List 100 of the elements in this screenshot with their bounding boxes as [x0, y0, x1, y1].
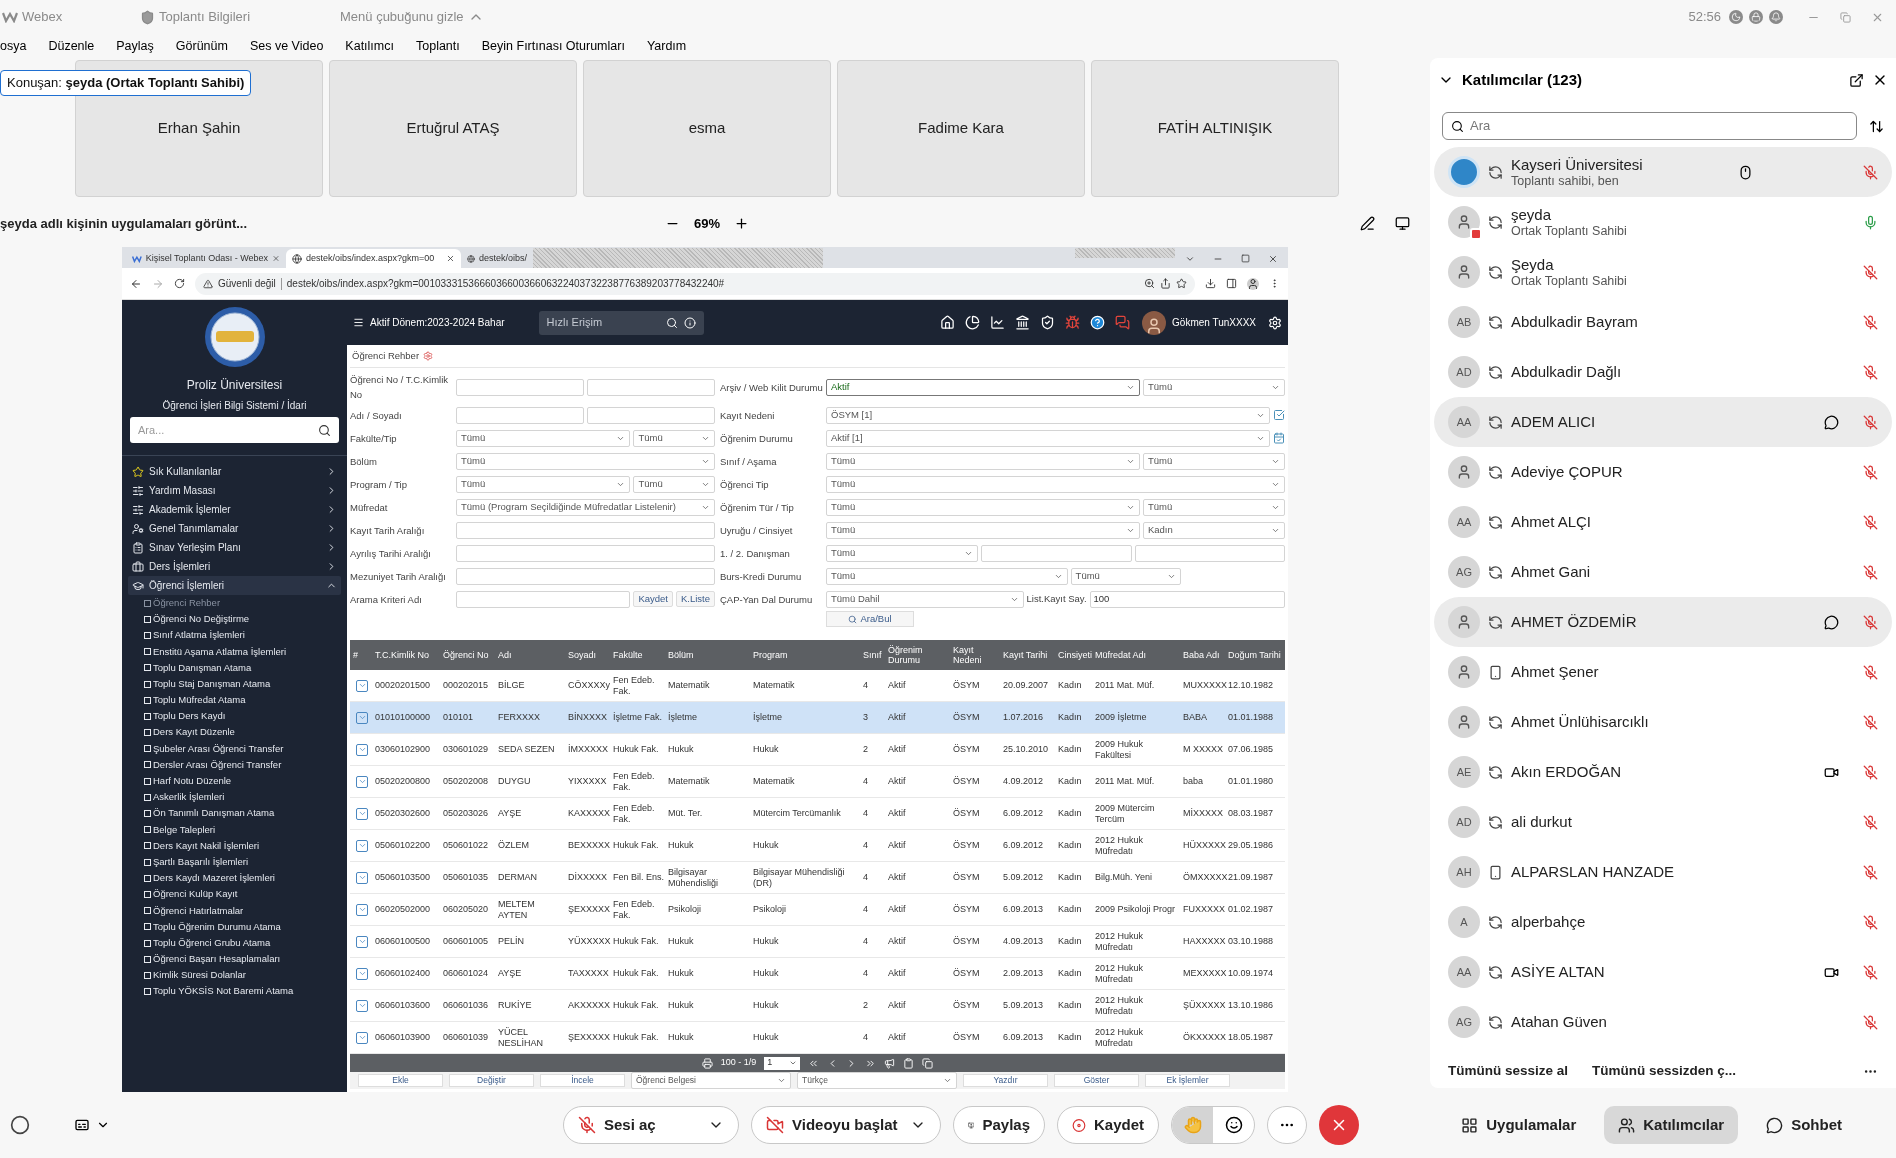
input-field[interactable]: [981, 544, 1132, 562]
submenu-item[interactable]: Toplu Öğrenim Durumu Atama: [144, 918, 347, 935]
print-icon[interactable]: [701, 1057, 713, 1069]
participant-row[interactable]: AG Atahan Güven: [1434, 997, 1892, 1047]
browser-tab[interactable]: destek/oibs/: [461, 249, 533, 268]
menu-item[interactable]: Yardım: [646, 36, 687, 56]
monitor-icon[interactable]: [1395, 216, 1410, 231]
unmute-button[interactable]: Sesi aç: [563, 1106, 739, 1144]
address-bar[interactable]: Güvenli değil destek/oibs/index.aspx?gkm=001033315366603660036606322403732238776389203778432240#: [195, 272, 1195, 295]
dropdown[interactable]: Tümü: [1142, 378, 1285, 396]
dropdown[interactable]: Tümü: [1142, 452, 1285, 470]
row-expand-button[interactable]: [356, 775, 368, 788]
menu-item[interactable]: Görünüm: [175, 36, 228, 56]
sidebar-item[interactable]: Yardım Masası: [128, 481, 341, 500]
row-expand-button[interactable]: [356, 999, 368, 1012]
home-icon[interactable]: [940, 315, 956, 330]
input-field[interactable]: [587, 406, 715, 424]
submenu-item[interactable]: Öğrenci Rehber: [144, 595, 347, 612]
form-button[interactable]: K.Liste: [675, 591, 715, 607]
maximize-icon[interactable]: [1241, 254, 1250, 263]
submenu-item[interactable]: Harf Notu Düzenle: [144, 773, 347, 790]
copy-icon[interactable]: [922, 1057, 934, 1069]
share-button[interactable]: Paylaş: [953, 1106, 1045, 1144]
row-expand-button[interactable]: [356, 743, 368, 756]
participant-row[interactable]: şeyda Ortak Toplantı Sahibi: [1434, 197, 1892, 247]
participant-row[interactable]: Şeyda Ortak Toplantı Sahibi: [1434, 247, 1892, 297]
line-chart-icon[interactable]: [990, 315, 1006, 330]
sidebar-item[interactable]: Öğrenci İşlemleri: [128, 576, 341, 595]
row-expand-button[interactable]: [356, 871, 368, 884]
input-field[interactable]: [456, 567, 715, 585]
panel-tab[interactable]: Sohbet: [1752, 1106, 1856, 1144]
submenu-item[interactable]: Toplu Öğrenci Grubu Atama: [144, 934, 347, 952]
page-select[interactable]: 1: [764, 1056, 801, 1070]
action-button[interactable]: Yazdır: [963, 1074, 1048, 1087]
menu-item[interactable]: osya: [0, 36, 27, 56]
mute-all-button[interactable]: Tümünü sessize al: [1448, 1061, 1569, 1082]
row-expand-button[interactable]: [356, 903, 368, 916]
reload-icon[interactable]: [174, 278, 185, 289]
menu-item[interactable]: Katılımcı: [345, 36, 394, 56]
browser-tab[interactable]: destek/oibs/index.aspx?gkm=00: [286, 249, 461, 268]
input-field[interactable]: [456, 378, 584, 396]
status-icon[interactable]: [10, 1115, 30, 1135]
participant-row[interactable]: Ahmet Ünlühisarcıklı: [1434, 697, 1892, 747]
menu-item[interactable]: Toplantı: [416, 36, 460, 56]
submenu-item[interactable]: Askerlik İşlemleri: [144, 789, 347, 806]
row-expand-button[interactable]: [356, 807, 368, 820]
submenu-item[interactable]: Öğrenci Kulüp Kayıt: [144, 886, 347, 903]
start-video-button[interactable]: Videoyu başlat: [751, 1106, 941, 1144]
dropdown[interactable]: Tümü Dahil: [826, 590, 1024, 608]
submenu-item[interactable]: Toplu Müfredat Atama: [144, 692, 347, 709]
input-field[interactable]: [456, 406, 584, 424]
panel-tab[interactable]: Katılımcılar: [1604, 1106, 1739, 1144]
participant-row[interactable]: AA Ahmet ALÇI: [1434, 497, 1892, 547]
submenu-item[interactable]: Ön Tanımlı Danışman Atama: [144, 805, 347, 822]
download-icon[interactable]: [1205, 278, 1216, 289]
participant-row[interactable]: AA ADEM ALICI: [1434, 397, 1892, 447]
sidebar-item[interactable]: Akademik İşlemler: [128, 500, 341, 519]
participant-row[interactable]: AHMET ÖZDEMİR: [1434, 597, 1892, 647]
participant-row[interactable]: AA ASİYE ALTAN: [1434, 947, 1892, 997]
row-expand-button[interactable]: [356, 711, 368, 724]
clipboard-icon[interactable]: [903, 1057, 915, 1069]
action-button[interactable]: Değiştir: [449, 1074, 534, 1087]
record-button[interactable]: Kaydet: [1057, 1106, 1159, 1144]
submenu-item[interactable]: Toplu Staj Danışman Atama: [144, 675, 347, 693]
participant-row[interactable]: Kayseri Üniversitesi Toplantı sahibi, ben: [1434, 147, 1892, 197]
panel-tab[interactable]: Uygulamalar: [1447, 1106, 1591, 1144]
calendar-icon[interactable]: [1273, 432, 1285, 444]
search-button[interactable]: Ara/Bul: [826, 611, 914, 627]
bookmark-icon[interactable]: [1176, 278, 1187, 289]
checkbox-icon[interactable]: [1273, 409, 1285, 421]
row-expand-button[interactable]: [356, 935, 368, 948]
menu-item[interactable]: Paylaş: [116, 36, 154, 56]
submenu-item[interactable]: Öğrenci Başarı Hesaplamaları: [144, 951, 347, 968]
input-field[interactable]: [456, 590, 631, 608]
participant-row[interactable]: AH ALPARSLAN HANZADE: [1434, 847, 1892, 897]
close-icon[interactable]: [1268, 253, 1278, 264]
action-button[interactable]: Göster: [1054, 1074, 1139, 1087]
menu-item[interactable]: Ses ve Video: [249, 36, 324, 56]
input-field[interactable]: [587, 378, 715, 396]
messages-icon[interactable]: [1115, 315, 1131, 330]
menu-icon[interactable]: [353, 317, 364, 328]
submenu-item[interactable]: Toplu Ders Kaydı: [144, 708, 347, 725]
action-button[interactable]: Ek İşlemler: [1145, 1074, 1230, 1087]
share-icon[interactable]: [1160, 278, 1171, 289]
submenu-item[interactable]: Toplu YÖKSİS Not Baremi Atama: [144, 983, 347, 1000]
dropdown[interactable]: Tümü: [826, 567, 1068, 585]
captions-button[interactable]: [74, 1117, 110, 1133]
shield-icon[interactable]: [1040, 315, 1056, 330]
dropdown[interactable]: Tümü: [633, 429, 715, 447]
action-dropdown[interactable]: Öğrenci Belgesi: [631, 1072, 791, 1089]
sort-icon[interactable]: [1869, 118, 1884, 134]
participant-row[interactable]: AE Akın ERDOĞAN: [1434, 747, 1892, 797]
search-field[interactable]: Ara: [1442, 112, 1857, 140]
submenu-item[interactable]: Ders Kaydı Mazeret İşlemleri: [144, 870, 347, 887]
submenu-item[interactable]: Ders Kayıt Nakil İşlemleri: [144, 837, 347, 854]
quick-access-field[interactable]: Hızlı Erişim: [538, 310, 704, 335]
dropdown[interactable]: Tümü: [826, 544, 979, 562]
action-button[interactable]: Ekle: [358, 1074, 443, 1087]
participant-row[interactable]: AD ali durkut: [1434, 797, 1892, 847]
participant-row[interactable]: A alperbahçe: [1434, 897, 1892, 947]
